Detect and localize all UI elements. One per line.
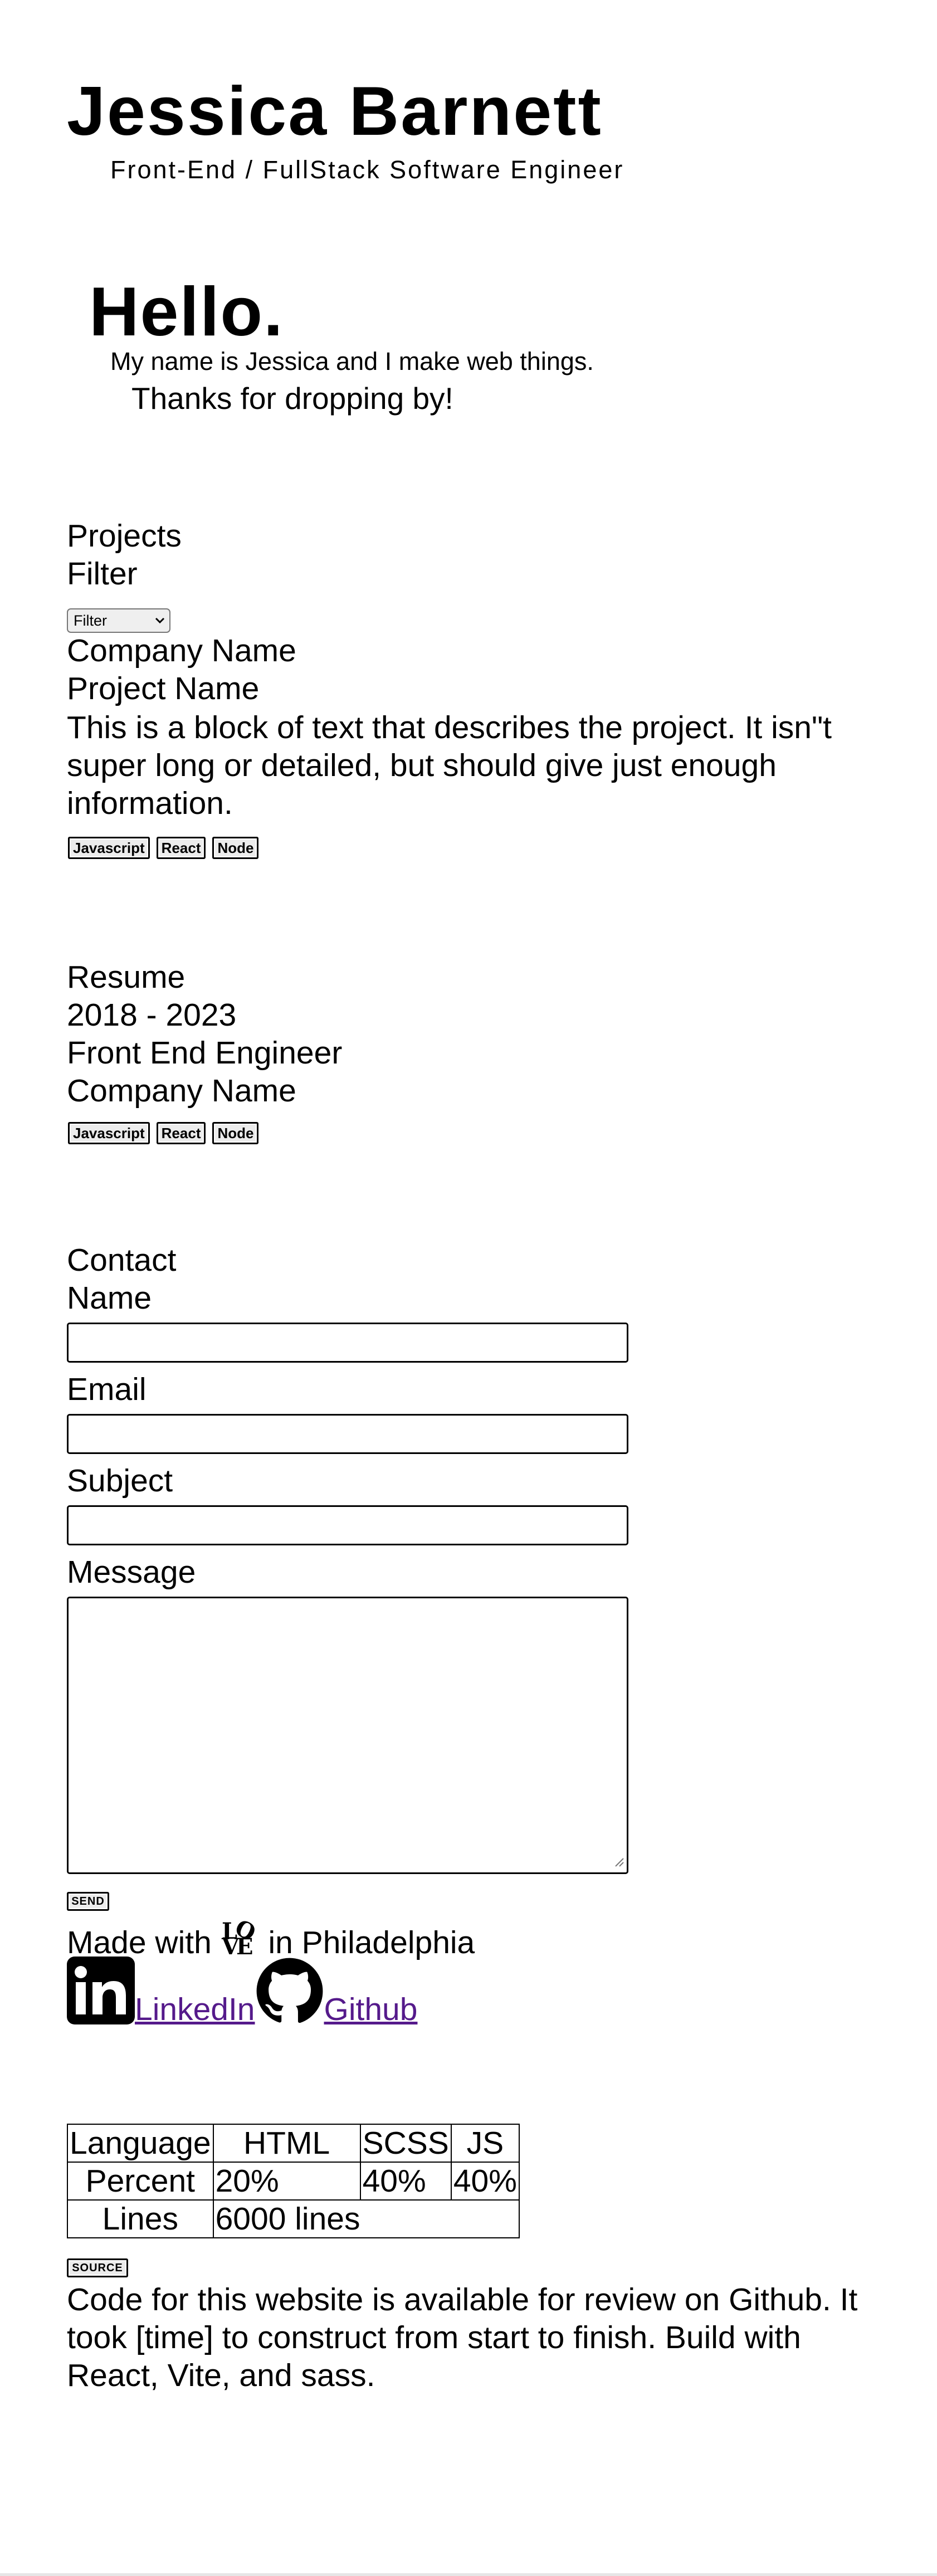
love-sculpture-icon: L O V E: [221, 1914, 260, 1960]
resume-company: Company Name: [67, 1073, 296, 1109]
source-button[interactable]: SOURCE: [67, 2258, 128, 2277]
project-description: This is a block of text that describes t…: [67, 710, 832, 821]
table-row: Language HTML SCSS JS: [67, 2124, 520, 2163]
resume-heading: Resume: [67, 959, 186, 995]
email-field-label: Email: [67, 1372, 147, 1407]
resume-job-title: Front End Engineer: [67, 1035, 343, 1071]
filter-selected-value: Filter: [74, 612, 107, 629]
tag-react[interactable]: React: [156, 1122, 206, 1144]
site-owner-name: Jessica Barnett: [67, 73, 603, 150]
percent-cell: 20%: [212, 2162, 361, 2201]
percent-header: Percent: [67, 2162, 214, 2201]
name-field-label: Name: [67, 1280, 152, 1316]
project-company: Company Name: [67, 633, 296, 669]
language-cell: SCSS: [359, 2124, 452, 2163]
linkedin-label[interactable]: LinkedIn: [135, 1991, 255, 2028]
tag-react[interactable]: React: [156, 837, 206, 859]
table-row: Lines 6000 lines: [67, 2199, 520, 2238]
language-cell: HTML: [212, 2124, 361, 2163]
resize-handle-icon[interactable]: [612, 1855, 624, 1870]
send-button[interactable]: SEND: [67, 1892, 109, 1911]
social-links: LinkedIn Github: [67, 1955, 417, 2028]
message-field-label: Message: [67, 1554, 196, 1590]
table-row: Percent 20% 40% 40%: [67, 2162, 520, 2201]
chevron-down-icon: [150, 611, 169, 630]
portfolio-page: Jessica Barnett Front-End / FullStack So…: [0, 0, 937, 2576]
resume-dates: 2018 - 2023: [67, 997, 237, 1033]
lines-cell: 6000 lines: [212, 2199, 520, 2238]
hello-thanks: Thanks for dropping by!: [131, 381, 453, 416]
language-cell: JS: [450, 2124, 520, 2163]
site-owner-subtitle: Front-End / FullStack Software Engineer: [110, 155, 624, 184]
project-filter-select[interactable]: Filter: [67, 608, 170, 633]
tag-node[interactable]: Node: [212, 837, 259, 859]
svg-text:E: E: [236, 1934, 253, 1955]
page-bottom-divider: [0, 2573, 937, 2576]
language-header: Language: [67, 2124, 214, 2163]
tag-javascript[interactable]: Javascript: [68, 837, 150, 859]
contact-heading: Contact: [67, 1242, 177, 1278]
linkedin-icon: [67, 1957, 135, 2024]
source-description: Code for this website is available for r…: [67, 2282, 858, 2393]
project-tags: Javascript React Node: [68, 837, 259, 859]
github-link[interactable]: Github: [255, 1957, 418, 2028]
subject-field[interactable]: [67, 1505, 628, 1545]
percent-cell: 40%: [359, 2162, 452, 2201]
message-textarea[interactable]: [67, 1597, 628, 1874]
hello-heading: Hello.: [89, 274, 284, 350]
linkedin-link[interactable]: LinkedIn: [67, 1957, 255, 2028]
tag-javascript[interactable]: Javascript: [68, 1122, 150, 1144]
tag-node[interactable]: Node: [212, 1122, 259, 1144]
made-with-text: Made with L O V E in Philadelphia: [67, 1914, 475, 1960]
subject-field-label: Subject: [67, 1463, 173, 1499]
code-stats-table: Language HTML SCSS JS Percent 20% 40% 40…: [67, 2124, 520, 2238]
filter-label: Filter: [67, 556, 138, 592]
github-label[interactable]: Github: [324, 1991, 418, 2028]
lines-header: Lines: [67, 2199, 214, 2238]
project-name: Project Name: [67, 671, 260, 706]
percent-cell: 40%: [450, 2162, 520, 2201]
name-field[interactable]: [67, 1323, 628, 1363]
resume-tags: Javascript React Node: [68, 1122, 259, 1144]
github-icon: [255, 1957, 324, 2026]
hello-intro: My name is Jessica and I make web things…: [110, 347, 594, 375]
email-field[interactable]: [67, 1414, 628, 1454]
projects-heading: Projects: [67, 518, 182, 554]
